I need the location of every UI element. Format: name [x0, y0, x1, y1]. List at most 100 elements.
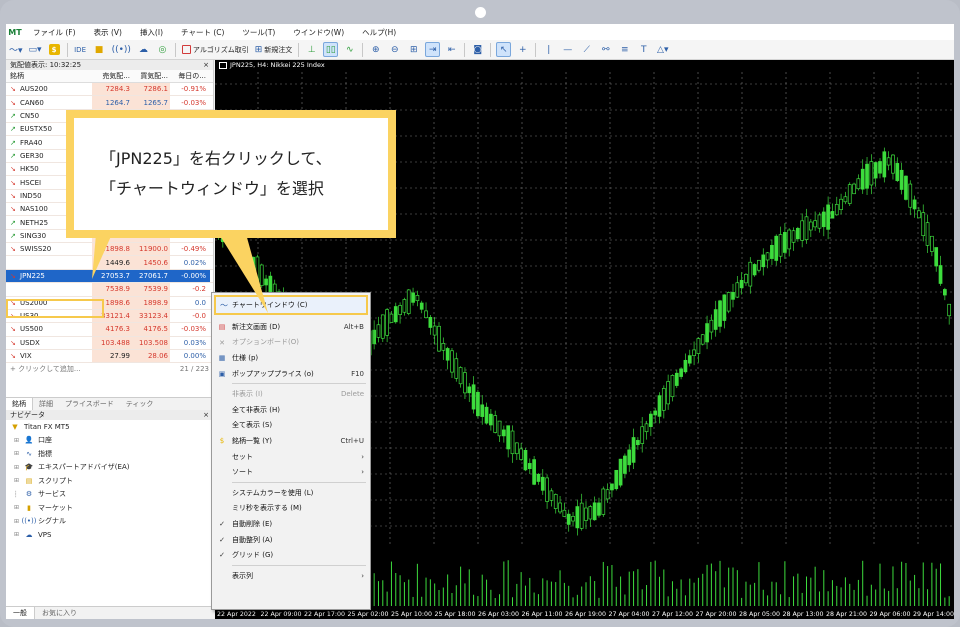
- menu-item[interactable]: ウインドウ(W): [284, 27, 353, 38]
- tab-1[interactable]: 詳細: [33, 399, 59, 409]
- symbol-row[interactable]: 7538.9 7539.9 -0.2: [6, 283, 213, 297]
- menu-item[interactable]: ヘルプ(H): [353, 27, 405, 38]
- navigator-item[interactable]: ⊞ ((•)) シグナル: [6, 515, 213, 529]
- navigator-item[interactable]: ⊞ ☁ VPS: [6, 528, 213, 542]
- symbol-cell[interactable]: [6, 285, 92, 293]
- symbol-cell[interactable]: ↘ VIX: [6, 352, 92, 360]
- menu-item[interactable]: チャート (C): [172, 27, 233, 38]
- chart-shift-button[interactable]: ⇤: [444, 42, 459, 57]
- symbol-cell[interactable]: ↘ US500: [6, 325, 92, 333]
- expand-icon[interactable]: ⊞: [14, 531, 24, 538]
- candle-chart-button[interactable]: ▯▯: [323, 42, 339, 57]
- expand-icon[interactable]: ⊞: [14, 504, 24, 511]
- context-menu-item[interactable]: ✓ 自動削除 (E): [212, 516, 370, 532]
- symbol-row[interactable]: ↘ CAN60 1264.7 1265.7 -0.03%: [6, 96, 213, 110]
- header-ask[interactable]: 買気配...: [132, 71, 170, 81]
- close-icon[interactable]: ×: [203, 411, 209, 419]
- cursor-button[interactable]: ↖: [496, 42, 512, 57]
- symbol-row[interactable]: ↘ US500 4176.3 4176.5 -0.03%: [6, 323, 213, 337]
- crosshair-button[interactable]: +: [515, 42, 530, 57]
- globe-button[interactable]: ◎: [155, 42, 170, 57]
- shapes-button[interactable]: △▾: [655, 42, 670, 57]
- navigator-item[interactable]: ┆ ⚙ サービス: [6, 488, 213, 502]
- lock-button[interactable]: ■: [92, 42, 107, 57]
- bid-cell: 1449.6: [92, 256, 132, 269]
- screenshot-button[interactable]: ◙: [470, 42, 485, 57]
- expand-icon[interactable]: ⊞: [14, 437, 24, 444]
- navigator-item[interactable]: ⊞ ▤ スクリプト: [6, 474, 213, 488]
- context-menu-item[interactable]: $ 銘柄一覧 (Y) Ctrl+U: [212, 433, 370, 449]
- add-symbol-row[interactable]: + クリックして追加... 21 / 223: [6, 363, 213, 375]
- context-menu-item[interactable]: 表示列 ›: [212, 568, 370, 584]
- text-button[interactable]: T: [636, 42, 651, 57]
- context-menu-item[interactable]: ✓ 自動整列 (A): [212, 532, 370, 548]
- context-menu-item[interactable]: 非表示 (I) Delete: [212, 386, 370, 402]
- header-symbol[interactable]: 銘柄: [6, 71, 92, 81]
- context-menu-item[interactable]: 全て表示 (S): [212, 418, 370, 434]
- fibo-button[interactable]: ≡: [617, 42, 632, 57]
- trendline-button[interactable]: ⟋: [579, 42, 594, 57]
- context-menu-item[interactable]: ▤ 新注文画面 (D) Alt+B: [212, 319, 370, 335]
- navigator-item[interactable]: ⊞ ∿ 指標: [6, 447, 213, 461]
- context-menu-item[interactable]: ▣ ポップアッププライス (o) F10: [212, 366, 370, 382]
- header-bid[interactable]: 売気配...: [92, 71, 132, 81]
- signal-button[interactable]: ((•)): [111, 42, 132, 57]
- symbol-cell[interactable]: ↘ USDX: [6, 339, 92, 347]
- symbol-row[interactable]: ↘ SWISS20 11898.8 11900.0 -0.49%: [6, 243, 213, 257]
- symbol-cell[interactable]: [6, 259, 92, 267]
- ide-button[interactable]: IDE: [73, 42, 88, 57]
- add-symbol-label[interactable]: + クリックして追加...: [10, 364, 81, 374]
- profiles-button[interactable]: ▭▾: [28, 42, 43, 57]
- menu-item[interactable]: ファイル (F): [24, 27, 85, 38]
- navigator-tab[interactable]: 一般: [6, 607, 35, 619]
- symbol-row[interactable]: ↘ USDX 103.488 103.508 0.03%: [6, 336, 213, 350]
- context-menu-item[interactable]: 全て非表示 (H): [212, 402, 370, 418]
- tile-button[interactable]: ⊞: [406, 42, 421, 57]
- navigator-item[interactable]: ⊞ 👤 口座: [6, 434, 213, 448]
- symbol-row[interactable]: ↘ AUS200 7284.3 7286.1 -0.91%: [6, 83, 213, 97]
- navigator-tab[interactable]: お気に入り: [35, 608, 84, 618]
- expand-icon[interactable]: ⊞: [14, 450, 24, 457]
- tab-2[interactable]: プライスボード: [59, 399, 120, 409]
- context-menu-item[interactable]: ✕ オプションボード(O): [212, 335, 370, 351]
- expand-icon[interactable]: ⊞: [14, 464, 24, 471]
- zoom-in-button[interactable]: ⊕: [368, 42, 383, 57]
- market-button[interactable]: $: [47, 42, 62, 57]
- context-menu-item[interactable]: ソート ›: [212, 464, 370, 480]
- expand-icon[interactable]: ⊞: [14, 477, 24, 484]
- line-chart-button[interactable]: ∿: [342, 42, 357, 57]
- context-menu-item[interactable]: セット ›: [212, 449, 370, 465]
- cloud-button[interactable]: ☁: [136, 42, 151, 57]
- autoscroll-button[interactable]: ⇥: [425, 42, 441, 57]
- symbol-cell[interactable]: ↘ SWISS20: [6, 245, 92, 253]
- tab-3[interactable]: ティック: [120, 399, 160, 409]
- zoom-out-button[interactable]: ⊖: [387, 42, 402, 57]
- bar-chart-button[interactable]: ⊥: [304, 42, 319, 57]
- chart-window-menu-item[interactable]: 〜 チャートウインドウ (C): [214, 295, 368, 315]
- tab-0[interactable]: 銘柄: [6, 398, 33, 410]
- header-change[interactable]: 毎日の...: [170, 71, 210, 81]
- context-menu-item[interactable]: ミリ秒を表示する (M): [212, 501, 370, 517]
- navigator-root[interactable]: ▼ Titan FX MT5: [6, 420, 213, 434]
- menu-item[interactable]: ツール(T): [233, 27, 284, 38]
- symbol-cell[interactable]: ↘ JPN225: [6, 269, 92, 283]
- symbol-row[interactable]: 1449.6 1450.6 0.02%: [6, 256, 213, 270]
- symbol-cell[interactable]: ↘ AUS200: [6, 85, 92, 93]
- context-menu-item[interactable]: ✓ グリッド (G): [212, 547, 370, 563]
- navigator-item[interactable]: ⊞ 🎓 エキスパートアドバイザ(EA): [6, 461, 213, 475]
- context-menu-item[interactable]: システムカラーを使用 (L): [212, 485, 370, 501]
- new-chart-button[interactable]: 〜▾: [8, 42, 24, 57]
- context-menu-item[interactable]: ▦ 仕様 (p): [212, 350, 370, 366]
- close-icon[interactable]: ×: [203, 61, 209, 69]
- vertical-line-button[interactable]: |: [541, 42, 556, 57]
- new-order-button[interactable]: ⊞ 新規注文: [254, 42, 294, 57]
- menu-item[interactable]: 表示 (V): [85, 27, 131, 38]
- navigator-item[interactable]: ⊞ ▮ マーケット: [6, 501, 213, 515]
- menu-item[interactable]: 挿入(I): [131, 27, 172, 38]
- tools-button[interactable]: ⚯: [598, 42, 613, 57]
- symbol-row[interactable]: ↘ VIX 27.99 28.06 0.00%: [6, 349, 213, 364]
- symbol-cell[interactable]: ↘ CAN60: [6, 99, 92, 107]
- horizontal-line-button[interactable]: —: [560, 42, 575, 57]
- symbol-row-jpn225[interactable]: ↘ JPN225 27053.7 27061.7 -0.00%: [6, 269, 213, 284]
- algo-trading-button[interactable]: アルゴリズム取引: [181, 42, 250, 57]
